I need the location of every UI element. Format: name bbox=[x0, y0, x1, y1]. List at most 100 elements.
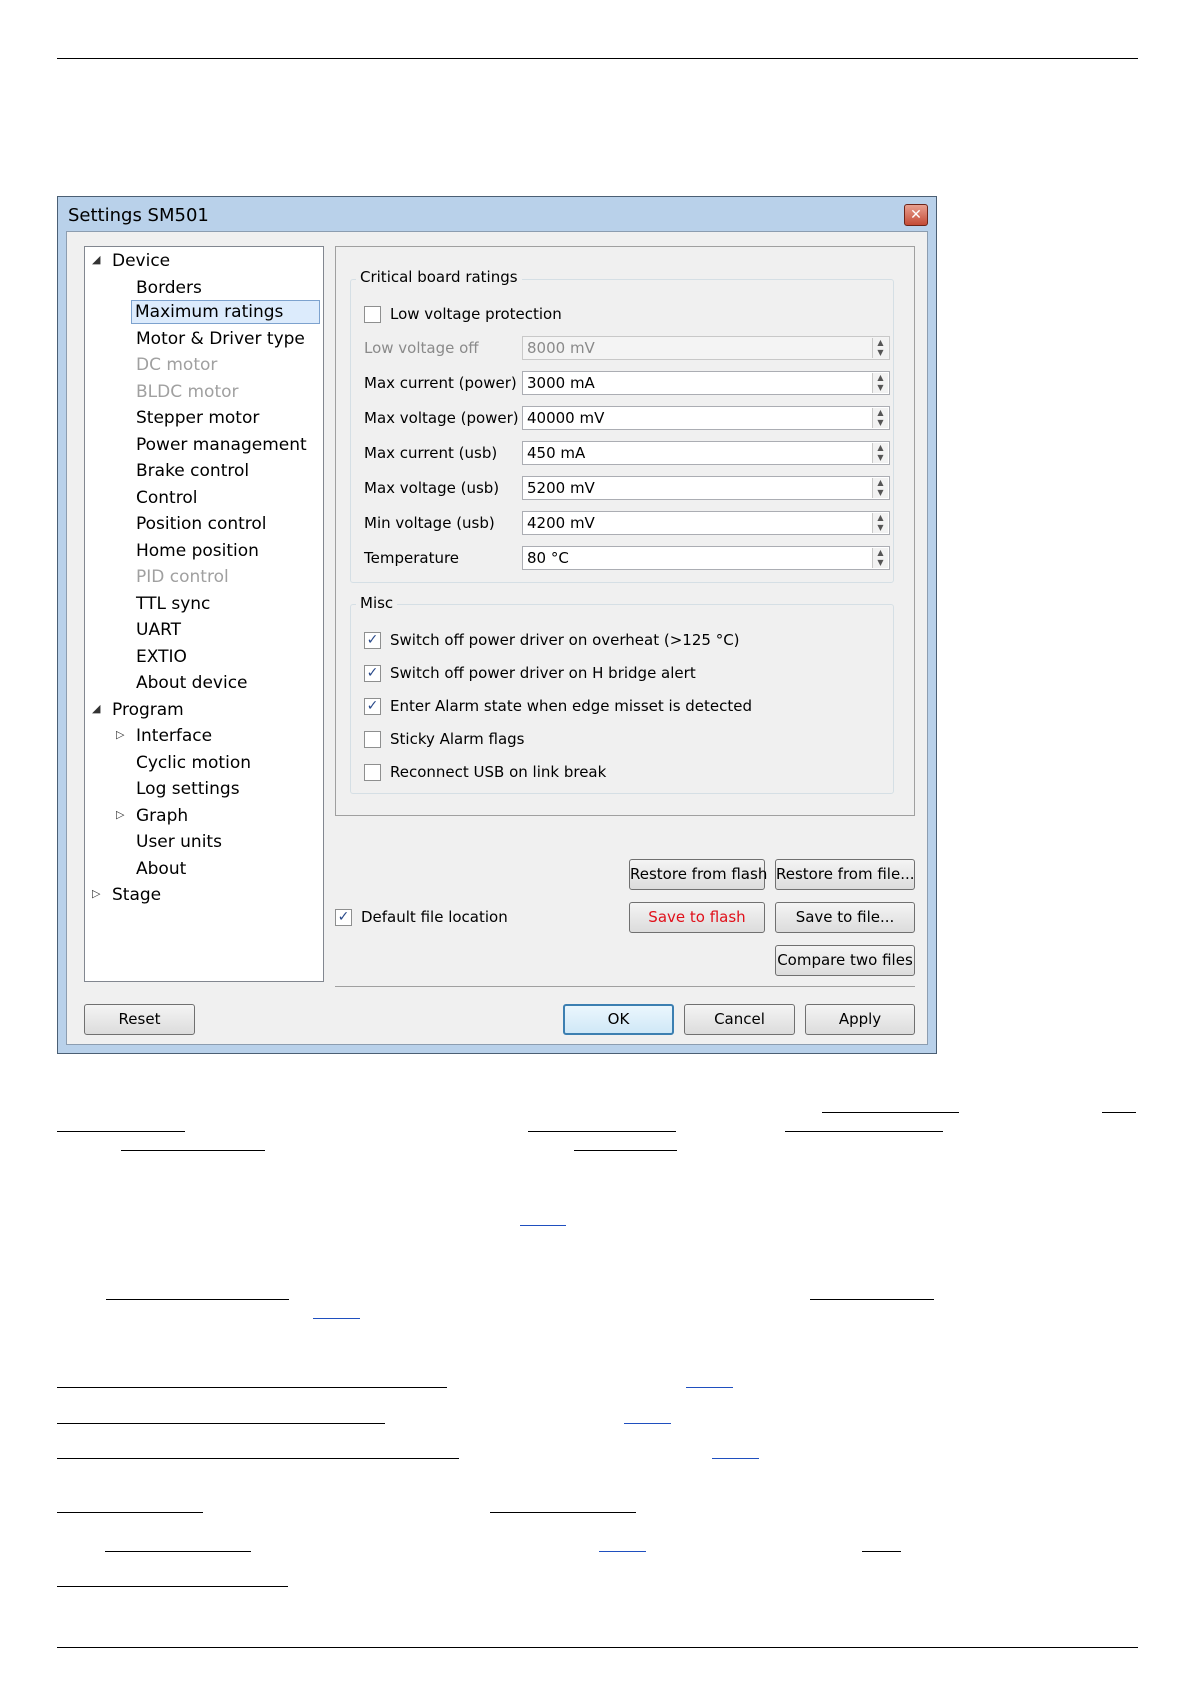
collapsed-arrow-icon[interactable]: ▷ bbox=[92, 882, 100, 906]
link-underline[interactable] bbox=[686, 1387, 733, 1388]
max-current-power-label: Max current (power) bbox=[364, 374, 517, 392]
spin-down-icon[interactable]: ▼ bbox=[873, 523, 888, 533]
max-current-usb-value: 450 mA bbox=[527, 444, 586, 462]
spin-arrows[interactable]: ▲ ▼ bbox=[872, 408, 888, 428]
spin-down-icon[interactable]: ▼ bbox=[873, 453, 888, 463]
apply-button[interactable]: Apply bbox=[805, 1004, 915, 1035]
tree-item-extio[interactable]: EXTIO bbox=[133, 645, 190, 669]
edge-misset-alarm-checkbox[interactable]: ✓ bbox=[364, 698, 381, 715]
link-underline[interactable] bbox=[810, 1299, 934, 1300]
link-underline[interactable] bbox=[106, 1299, 289, 1300]
tree-item-ttl-sync[interactable]: TTL sync bbox=[133, 592, 213, 616]
cancel-button[interactable]: Cancel bbox=[684, 1004, 795, 1035]
spin-down-icon[interactable]: ▼ bbox=[873, 383, 888, 393]
tree-item-log-settings[interactable]: Log settings bbox=[133, 777, 243, 801]
settings-tree[interactable]: ◢ Device Borders Maximum ratings Motor &… bbox=[84, 246, 324, 982]
reconnect-usb-checkbox[interactable] bbox=[364, 764, 381, 781]
link-underline[interactable] bbox=[624, 1423, 671, 1424]
link-underline[interactable] bbox=[57, 1512, 203, 1513]
tree-item-stage[interactable]: Stage bbox=[109, 883, 164, 907]
max-voltage-power-label: Max voltage (power) bbox=[364, 409, 519, 427]
max-current-usb-spinbox[interactable]: 450 mA ▲ ▼ bbox=[522, 441, 890, 465]
min-voltage-usb-spinbox[interactable]: 4200 mV ▲ ▼ bbox=[522, 511, 890, 535]
save-to-flash-button[interactable]: Save to flash bbox=[629, 902, 765, 933]
link-underline[interactable] bbox=[599, 1551, 646, 1552]
link-underline[interactable] bbox=[822, 1112, 959, 1113]
link-underline[interactable] bbox=[57, 1131, 185, 1132]
link-underline[interactable] bbox=[574, 1150, 677, 1151]
default-file-location-checkbox[interactable]: ✓ bbox=[335, 909, 352, 926]
max-voltage-power-spinbox[interactable]: 40000 mV ▲ ▼ bbox=[522, 406, 890, 430]
spin-arrows: ▲ ▼ bbox=[872, 338, 888, 358]
maximum-ratings-panel: Critical board ratings Low voltage prote… bbox=[335, 246, 915, 816]
min-voltage-usb-value: 4200 mV bbox=[527, 514, 595, 532]
max-current-power-spinbox[interactable]: 3000 mA ▲ ▼ bbox=[522, 371, 890, 395]
tree-item-power-management[interactable]: Power management bbox=[133, 433, 310, 457]
link-underline[interactable] bbox=[57, 1458, 459, 1459]
tree-item-position-control[interactable]: Position control bbox=[133, 512, 270, 536]
reset-button[interactable]: Reset bbox=[84, 1004, 195, 1035]
tree-item-bldc-motor[interactable]: BLDC motor bbox=[133, 380, 242, 404]
link-underline[interactable] bbox=[105, 1551, 251, 1552]
h-bridge-alert-checkbox[interactable]: ✓ bbox=[364, 665, 381, 682]
critical-board-ratings-group bbox=[350, 279, 894, 583]
link-underline[interactable] bbox=[785, 1131, 943, 1132]
tree-item-graph[interactable]: Graph bbox=[133, 804, 191, 828]
spin-arrows[interactable]: ▲ ▼ bbox=[872, 513, 888, 533]
overheat-checkbox[interactable]: ✓ bbox=[364, 632, 381, 649]
link-underline[interactable] bbox=[57, 1423, 385, 1424]
compare-two-files-button[interactable]: Compare two files bbox=[775, 945, 915, 976]
footer-separator bbox=[335, 986, 915, 987]
close-button[interactable]: ✕ bbox=[904, 204, 928, 226]
tree-item-pid-control[interactable]: PID control bbox=[133, 565, 232, 589]
tree-item-home-position[interactable]: Home position bbox=[133, 539, 262, 563]
collapsed-arrow-icon[interactable]: ▷ bbox=[116, 723, 124, 747]
link-underline[interactable] bbox=[313, 1318, 360, 1319]
temperature-spinbox[interactable]: 80 °C ▲ ▼ bbox=[522, 546, 890, 570]
restore-from-flash-button[interactable]: Restore from flash bbox=[629, 859, 767, 890]
link-underline[interactable] bbox=[121, 1150, 265, 1151]
ok-button[interactable]: OK bbox=[563, 1004, 674, 1035]
tree-item-maximum-ratings[interactable]: Maximum ratings bbox=[131, 300, 320, 324]
low-voltage-off-value: 8000 mV bbox=[527, 339, 595, 357]
link-underline[interactable] bbox=[528, 1131, 676, 1132]
link-underline[interactable] bbox=[520, 1225, 566, 1226]
link-underline[interactable] bbox=[712, 1458, 759, 1459]
tree-item-user-units[interactable]: User units bbox=[133, 830, 225, 854]
title-bar[interactable]: Settings SM501 ✕ bbox=[58, 197, 936, 231]
link-underline[interactable] bbox=[490, 1512, 636, 1513]
spin-arrows[interactable]: ▲ ▼ bbox=[872, 443, 888, 463]
tree-item-about[interactable]: About bbox=[133, 857, 189, 881]
spin-down-icon[interactable]: ▼ bbox=[873, 558, 888, 568]
spin-arrows[interactable]: ▲ ▼ bbox=[872, 373, 888, 393]
tree-item-stepper-motor[interactable]: Stepper motor bbox=[133, 406, 262, 430]
spin-down-icon[interactable]: ▼ bbox=[873, 488, 888, 498]
spin-arrows[interactable]: ▲ ▼ bbox=[872, 548, 888, 568]
low-voltage-protection-checkbox[interactable] bbox=[364, 306, 381, 323]
spin-arrows[interactable]: ▲ ▼ bbox=[872, 478, 888, 498]
link-underline[interactable] bbox=[1102, 1112, 1136, 1113]
tree-item-borders[interactable]: Borders bbox=[133, 276, 205, 300]
expand-arrow-icon[interactable]: ◢ bbox=[92, 248, 100, 272]
expand-arrow-icon[interactable]: ◢ bbox=[92, 697, 100, 721]
tree-item-program[interactable]: Program bbox=[109, 698, 187, 722]
link-underline[interactable] bbox=[862, 1551, 901, 1552]
tree-item-motor-driver-type[interactable]: Motor & Driver type bbox=[133, 327, 308, 351]
spin-down-icon[interactable]: ▼ bbox=[873, 418, 888, 428]
tree-item-brake-control[interactable]: Brake control bbox=[133, 459, 252, 483]
tree-item-cyclic-motion[interactable]: Cyclic motion bbox=[133, 751, 254, 775]
save-to-file-button[interactable]: Save to file... bbox=[775, 902, 915, 933]
tree-item-about-device[interactable]: About device bbox=[133, 671, 251, 695]
tree-item-control[interactable]: Control bbox=[133, 486, 200, 510]
tree-item-dc-motor[interactable]: DC motor bbox=[133, 353, 220, 377]
restore-from-file-button[interactable]: Restore from file... bbox=[775, 859, 915, 890]
max-voltage-usb-label: Max voltage (usb) bbox=[364, 479, 500, 497]
sticky-alarm-flags-checkbox[interactable] bbox=[364, 731, 381, 748]
link-underline[interactable] bbox=[57, 1387, 447, 1388]
link-underline[interactable] bbox=[57, 1586, 288, 1587]
tree-item-interface[interactable]: Interface bbox=[133, 724, 215, 748]
collapsed-arrow-icon[interactable]: ▷ bbox=[116, 803, 124, 827]
tree-item-device[interactable]: Device bbox=[109, 249, 173, 273]
tree-item-uart[interactable]: UART bbox=[133, 618, 184, 642]
max-voltage-usb-spinbox[interactable]: 5200 mV ▲ ▼ bbox=[522, 476, 890, 500]
